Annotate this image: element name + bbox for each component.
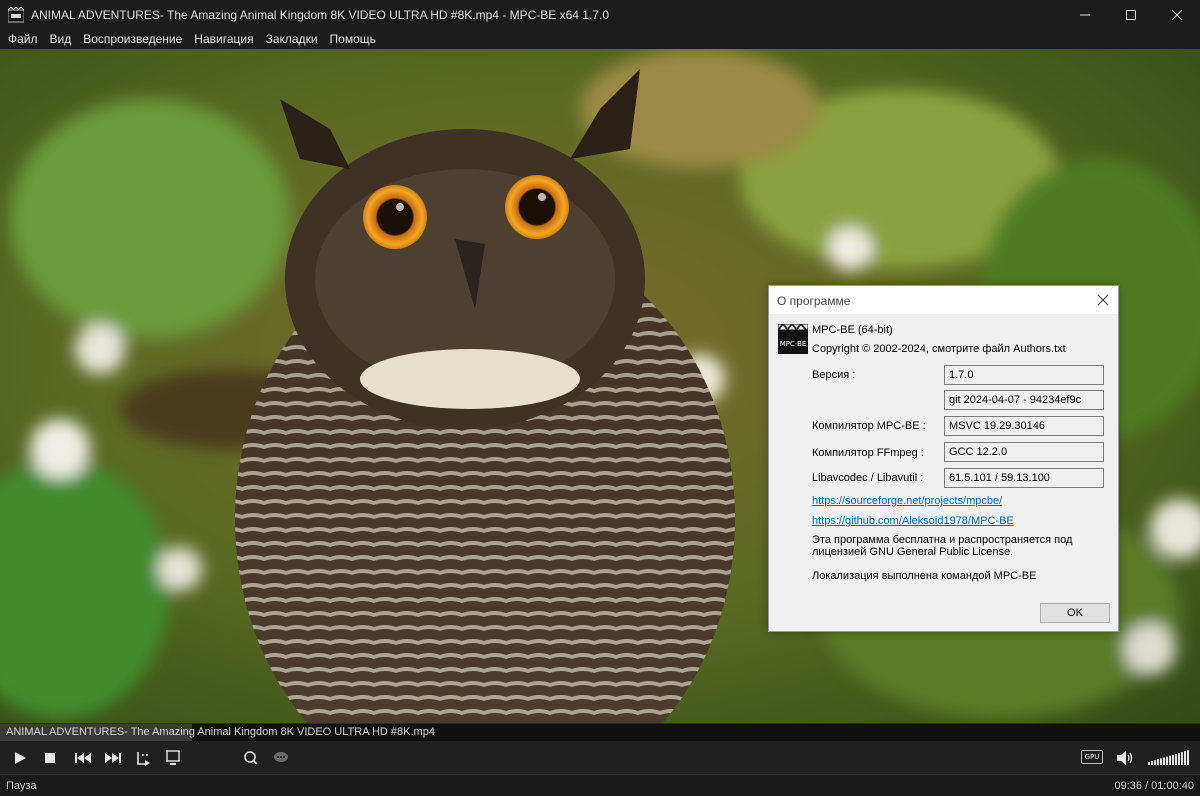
gpu-badge[interactable]: GPU <box>1081 750 1103 764</box>
minimize-button[interactable] <box>1062 0 1108 29</box>
git-field[interactable]: git 2024-04-07 - 94234ef9c <box>944 390 1104 410</box>
close-button[interactable] <box>1154 0 1200 29</box>
libs-label: Libavcodec / Libavutil : <box>812 472 924 484</box>
dialog-close-icon[interactable] <box>1095 292 1111 308</box>
next-button[interactable] <box>102 747 124 769</box>
github-link[interactable]: https://github.com/Aleksoid1978/MPC-BE <box>812 515 1014 527</box>
menu-file[interactable]: Файл <box>2 29 44 49</box>
menu-bookmarks[interactable]: Закладки <box>260 29 324 49</box>
subtitles-icon <box>166 750 180 765</box>
volume-bar <box>1151 761 1153 765</box>
volume-bar <box>1154 760 1156 765</box>
mpc-be-logo-icon: MPC·BE <box>778 324 808 354</box>
stop-icon <box>45 753 55 763</box>
mute-button[interactable] <box>1114 747 1136 769</box>
time-display: 09:36 / 01:00:40 <box>1114 780 1194 792</box>
status-bar: Пауза 09:36 / 01:00:40 <box>0 774 1200 796</box>
stop-button[interactable] <box>39 747 61 769</box>
chat-button[interactable] <box>270 747 292 769</box>
compiler-label: Компилятор MPC-BE : <box>812 420 926 432</box>
maximize-button[interactable] <box>1108 0 1154 29</box>
subtitles-button[interactable] <box>162 747 184 769</box>
playback-status: Пауза <box>6 780 37 792</box>
volume-bar <box>1172 754 1174 765</box>
search-icon <box>244 751 258 765</box>
close-icon <box>1172 9 1182 20</box>
ok-button[interactable]: OK <box>1040 603 1110 623</box>
dialog-title-bar: О программе <box>769 286 1118 314</box>
logo-text: MPC·BE <box>780 340 807 348</box>
file-name-label: ANIMAL ADVENTURES- The Amazing Animal Ki… <box>6 726 435 738</box>
volume-bar <box>1157 759 1159 765</box>
previous-icon <box>75 753 91 763</box>
control-bar: GPU <box>0 741 1200 774</box>
volume-bar <box>1169 755 1171 765</box>
volume-bar <box>1178 753 1180 765</box>
menu-navigation[interactable]: Навигация <box>188 29 259 49</box>
volume-bar <box>1175 753 1177 765</box>
mpc-be-app-icon[interactable] <box>8 6 24 23</box>
volume-bar <box>1163 757 1165 765</box>
ffmpeg-label: Компилятор FFmpeg : <box>812 447 924 459</box>
volume-bar <box>1187 750 1189 765</box>
volume-bar <box>1148 762 1150 765</box>
maximize-icon <box>1126 9 1136 20</box>
copyright-text: Copyright © 2002-2024, смотрите файл Aut… <box>812 343 1066 355</box>
version-field[interactable]: 1.7.0 <box>944 365 1104 385</box>
volume-bar <box>1160 758 1162 765</box>
previous-button[interactable] <box>72 747 94 769</box>
chat-icon <box>274 752 288 762</box>
frame-step-button[interactable] <box>133 747 155 769</box>
menu-bar: Файл Вид Воспроизведение Навигация Закла… <box>0 29 1200 49</box>
next-icon <box>105 753 121 763</box>
menu-playback[interactable]: Воспроизведение <box>77 29 188 49</box>
frame-step-icon <box>137 752 150 766</box>
title-bar: ANIMAL ADVENTURES- The Amazing Animal Ki… <box>0 0 1200 29</box>
volume-slider[interactable] <box>1148 749 1192 765</box>
compiler-field[interactable]: MSVC 19.29.30146 <box>944 416 1104 436</box>
volume-icon <box>1117 751 1133 765</box>
dialog-title: О программе <box>777 294 851 308</box>
license-line-1: Эта программа бесплатна и распространяет… <box>812 534 1073 546</box>
search-button[interactable] <box>240 747 262 769</box>
window-title: ANIMAL ADVENTURES- The Amazing Animal Ki… <box>31 7 609 22</box>
volume-bar <box>1184 751 1186 765</box>
play-icon <box>15 752 26 764</box>
sourceforge-link[interactable]: https://sourceforge.net/projects/mpcbe/ <box>812 495 1002 507</box>
seek-bar[interactable]: ANIMAL ADVENTURES- The Amazing Animal Ki… <box>0 723 1200 741</box>
ffmpeg-field[interactable]: GCC 12.2.0 <box>944 442 1104 462</box>
menu-view[interactable]: Вид <box>44 29 78 49</box>
localization-text: Локализация выполнена командой MPC-BE <box>812 570 1037 582</box>
menu-help[interactable]: Помощь <box>324 29 382 49</box>
about-dialog: О программе MPC·BE MPC-BE (64-bit) Copyr… <box>768 285 1119 632</box>
version-label: Версия : <box>812 369 856 381</box>
libs-field[interactable]: 61.5.101 / 59.13.100 <box>944 468 1104 488</box>
product-name: MPC-BE (64-bit) <box>812 324 893 336</box>
volume-bar <box>1181 752 1183 765</box>
minimize-icon <box>1080 14 1090 15</box>
license-line-2: лицензией GNU General Public License. <box>812 546 1014 558</box>
play-button[interactable] <box>9 747 31 769</box>
volume-bar <box>1166 756 1168 765</box>
